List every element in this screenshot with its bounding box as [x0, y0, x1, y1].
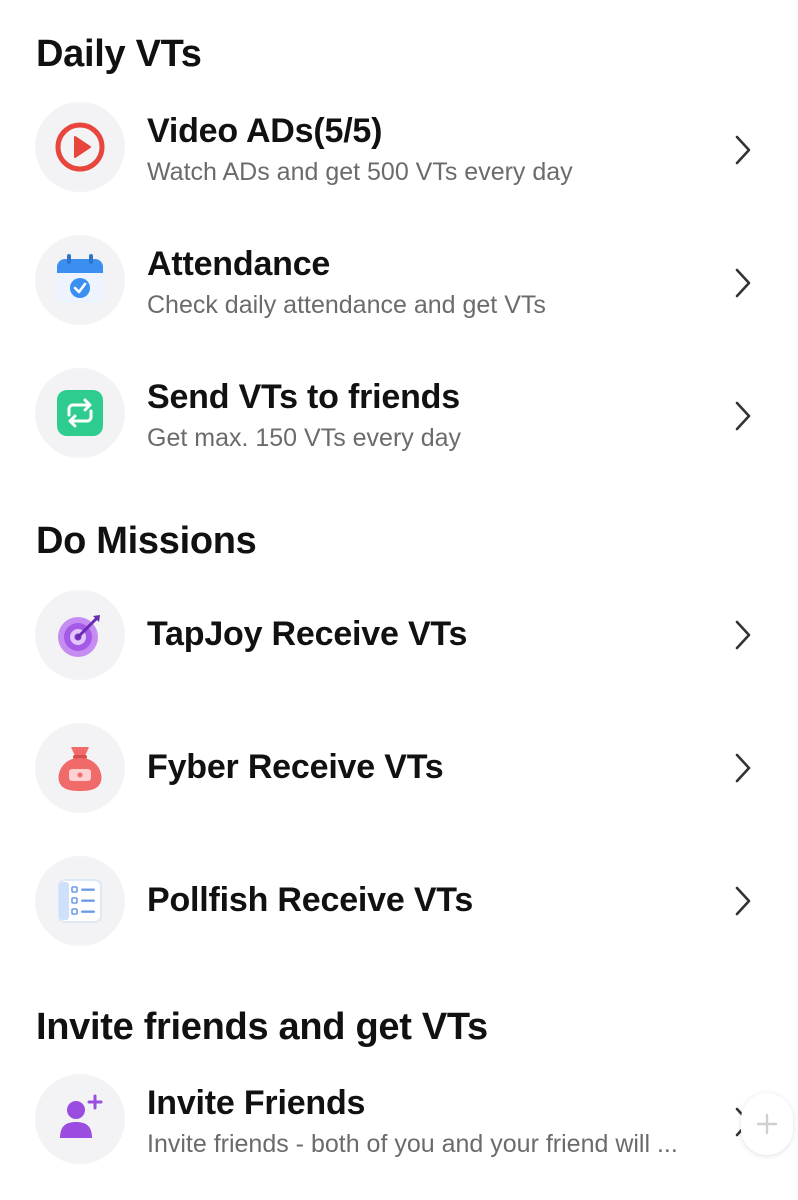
chevron-right-icon — [735, 886, 751, 916]
row-subtitle: Get max. 150 VTs every day — [147, 424, 462, 452]
chevron-right-icon — [735, 268, 751, 298]
list-item-fyber[interactable]: Fyber Receive VTs — [0, 708, 798, 828]
plus-icon — [756, 1113, 778, 1135]
survey-list-icon — [35, 856, 125, 946]
row-title: Fyber Receive VTs — [147, 748, 444, 786]
row-title: Video ADs(5/5) — [147, 112, 383, 150]
row-title: TapJoy Receive VTs — [147, 615, 468, 653]
list-item-invite-friends[interactable]: Invite Friends Invite friends - both of … — [0, 1059, 798, 1179]
target-icon — [35, 590, 125, 680]
list-item-video-ads[interactable]: Video ADs(5/5) Watch ADs and get 500 VTs… — [0, 87, 798, 207]
money-bag-icon — [35, 723, 125, 813]
row-title: Send VTs to friends — [147, 378, 460, 416]
section-title-daily-vts: Daily VTs — [36, 33, 202, 75]
chevron-right-icon — [735, 753, 751, 783]
chevron-right-icon — [735, 401, 751, 431]
row-title: Invite Friends — [147, 1084, 366, 1122]
row-title: Attendance — [147, 245, 331, 283]
list-item-tapjoy[interactable]: TapJoy Receive VTs — [0, 575, 798, 695]
floating-add-button[interactable] — [741, 1093, 793, 1155]
row-subtitle: Invite friends - both of you and your fr… — [147, 1130, 678, 1158]
row-subtitle: Watch ADs and get 500 VTs every day — [147, 158, 573, 186]
section-title-invite-friends: Invite friends and get VTs — [36, 1006, 488, 1048]
list-item-attendance[interactable]: Attendance Check daily attendance and ge… — [0, 220, 798, 340]
list-item-send-vts[interactable]: Send VTs to friends Get max. 150 VTs eve… — [0, 353, 798, 473]
play-icon — [35, 102, 125, 192]
chevron-right-icon — [735, 620, 751, 650]
row-title: Pollfish Receive VTs — [147, 881, 474, 919]
section-title-do-missions: Do Missions — [36, 520, 257, 562]
chevron-right-icon — [735, 135, 751, 165]
list-item-pollfish[interactable]: Pollfish Receive VTs — [0, 841, 798, 961]
calendar-check-icon — [35, 235, 125, 325]
exchange-icon — [35, 368, 125, 458]
row-subtitle: Check daily attendance and get VTs — [147, 291, 546, 319]
add-user-icon — [35, 1074, 125, 1164]
